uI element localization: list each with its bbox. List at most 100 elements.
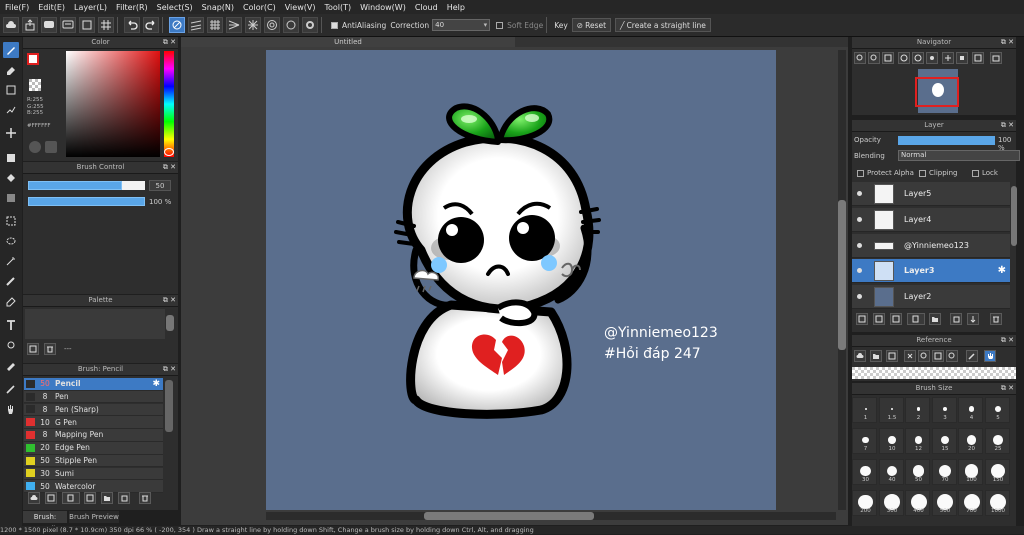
navigator-settings-icon[interactable] xyxy=(956,52,968,64)
horizontal-scrollbar-thumb[interactable] xyxy=(424,512,594,520)
document-canvas[interactable]: @Yinniemeo123 #Hỏi đáp 247 xyxy=(266,50,776,510)
layer-list-scrollbar[interactable] xyxy=(1011,186,1017,246)
brush-item[interactable]: 8 Pen (Sharp) xyxy=(24,403,163,417)
fill-rect-tool-icon[interactable] xyxy=(3,150,19,166)
brush-item-selected[interactable]: 50 Pencil ✱ xyxy=(24,378,163,391)
snap-settings-icon[interactable] xyxy=(302,17,318,33)
tab-brush-preview[interactable]: Brush Preview xyxy=(69,511,119,523)
soft-edge-checkbox[interactable] xyxy=(496,21,504,29)
document-tab[interactable]: Untitled xyxy=(181,37,515,47)
transparent-swatch[interactable] xyxy=(29,79,41,91)
layer-row[interactable]: @Yinniemeo123 xyxy=(852,234,1010,258)
snap-curve-icon[interactable] xyxy=(283,17,299,33)
gradient-tool-icon[interactable] xyxy=(3,190,19,206)
brush-item[interactable]: 8 Mapping Pen xyxy=(24,429,163,442)
lasso-select-tool-icon[interactable] xyxy=(3,233,19,249)
straight-line-button[interactable]: ╱ Create a straight line xyxy=(615,18,711,32)
brush-list-scrollbar[interactable] xyxy=(165,380,173,432)
transform-icon[interactable] xyxy=(79,17,95,33)
eye-icon[interactable] xyxy=(857,268,862,273)
lasso-tool-icon[interactable] xyxy=(3,102,19,118)
snap-vanishing-icon[interactable] xyxy=(226,17,242,33)
brush-duplicate-icon[interactable] xyxy=(84,492,96,504)
panel-close-icon[interactable]: ⧉ ✕ xyxy=(163,37,176,48)
panel-close-icon[interactable]: ⧉ ✕ xyxy=(163,162,176,173)
brush-size-option[interactable]: 15 xyxy=(931,428,957,454)
redo-icon[interactable] xyxy=(143,17,159,33)
layer-folder-icon[interactable] xyxy=(929,313,941,325)
horizontal-scrollbar-track[interactable] xyxy=(266,512,836,520)
hue-handle[interactable] xyxy=(164,148,174,156)
share-icon[interactable] xyxy=(22,17,38,33)
brush-item[interactable]: 10 G Pen xyxy=(24,416,163,429)
reference-eyedropper-icon[interactable] xyxy=(966,350,978,362)
flip-icon[interactable] xyxy=(942,52,954,64)
fit-icon[interactable] xyxy=(882,52,894,64)
palette-add-icon[interactable] xyxy=(27,343,39,355)
foreground-color-swatch[interactable] xyxy=(27,53,39,65)
snap-circle-icon[interactable] xyxy=(264,17,280,33)
undo-icon[interactable] xyxy=(124,17,140,33)
panel-close-icon[interactable]: ⧉ ✕ xyxy=(163,364,176,375)
brush-size-option[interactable]: 20 xyxy=(958,428,983,454)
brush-size-option[interactable]: 500 xyxy=(931,490,957,516)
menu-select[interactable]: Select(S) xyxy=(152,3,197,12)
brush-size-option[interactable]: 25 xyxy=(984,428,1010,454)
layer-merge-icon[interactable] xyxy=(967,313,979,325)
brush-size-option[interactable]: 1 xyxy=(852,397,877,423)
brush-size-option[interactable]: 30 xyxy=(852,459,877,485)
reference-cloud-icon[interactable] xyxy=(854,350,866,362)
brush-size-option[interactable]: 700 xyxy=(958,490,983,516)
brush-size-option[interactable]: 400 xyxy=(905,490,930,516)
snap-off-icon[interactable] xyxy=(169,17,185,33)
reference-zoom-out-icon[interactable] xyxy=(946,350,958,362)
menu-file[interactable]: File(F) xyxy=(0,3,33,12)
layer-duplicate-icon[interactable] xyxy=(950,313,962,325)
menu-edit[interactable]: Edit(E) xyxy=(33,3,69,12)
brush-copy-icon[interactable] xyxy=(118,492,130,504)
menu-filter[interactable]: Filter(R) xyxy=(111,3,152,12)
snap-radial-icon[interactable] xyxy=(245,17,261,33)
clipping-checkbox[interactable] xyxy=(919,170,926,177)
brush-size-option[interactable]: 10 xyxy=(878,428,904,454)
chat-icon[interactable] xyxy=(60,17,76,33)
select-tool-icon[interactable] xyxy=(3,213,19,229)
reset-button[interactable]: ⊘ Reset xyxy=(571,18,612,32)
hue-slider[interactable] xyxy=(164,51,174,157)
eye-icon[interactable] xyxy=(857,243,862,248)
grid-icon[interactable] xyxy=(98,17,114,33)
brush-size-option[interactable]: 2 xyxy=(905,397,930,423)
eyedropper-small-icon[interactable] xyxy=(3,381,19,397)
brush-item[interactable]: 8 Pen xyxy=(24,390,163,404)
color-picker-icon[interactable] xyxy=(45,141,57,153)
rotate-left-icon[interactable] xyxy=(898,52,910,64)
brush-size-option[interactable]: 3 xyxy=(931,397,957,423)
brush-size-option[interactable]: 70 xyxy=(931,459,957,485)
menu-layer[interactable]: Layer(L) xyxy=(69,3,111,12)
blending-select[interactable]: Normal xyxy=(898,150,1020,161)
protect-alpha-checkbox[interactable] xyxy=(857,170,864,177)
select-eraser-tool-icon[interactable] xyxy=(3,293,19,309)
reference-copy-icon[interactable] xyxy=(886,350,898,362)
brush-item[interactable]: 20 Edge Pen xyxy=(24,442,163,455)
divide-tool-icon[interactable] xyxy=(3,337,19,353)
magic-wand-tool-icon[interactable] xyxy=(3,253,19,269)
brush-size-option[interactable]: 40 xyxy=(878,459,904,485)
brush-size-option[interactable]: 100 xyxy=(958,459,983,485)
brush-item[interactable]: 30 Sumi xyxy=(24,467,163,481)
menu-view[interactable]: View(V) xyxy=(280,3,320,12)
lock-checkbox[interactable] xyxy=(972,170,979,177)
navigator-window-icon[interactable] xyxy=(990,52,1002,64)
menu-snap[interactable]: Snap(N) xyxy=(197,3,238,12)
layer-row[interactable]: Layer4 xyxy=(852,208,1010,232)
brush-add-icon[interactable] xyxy=(45,492,57,504)
zoom-in-icon[interactable] xyxy=(854,52,866,64)
layer-row[interactable]: Layer2 xyxy=(852,285,1010,309)
brush-size-option[interactable]: 12 xyxy=(905,428,930,454)
select-pen-tool-icon[interactable] xyxy=(3,273,19,289)
navigator-fullscreen-icon[interactable] xyxy=(972,52,984,64)
cloud-icon[interactable] xyxy=(3,17,19,33)
eye-icon[interactable] xyxy=(857,191,862,196)
tab-brush-pencil[interactable]: Brush: Pencil xyxy=(23,511,67,533)
brush-size-option[interactable]: 1.5 xyxy=(878,397,904,423)
